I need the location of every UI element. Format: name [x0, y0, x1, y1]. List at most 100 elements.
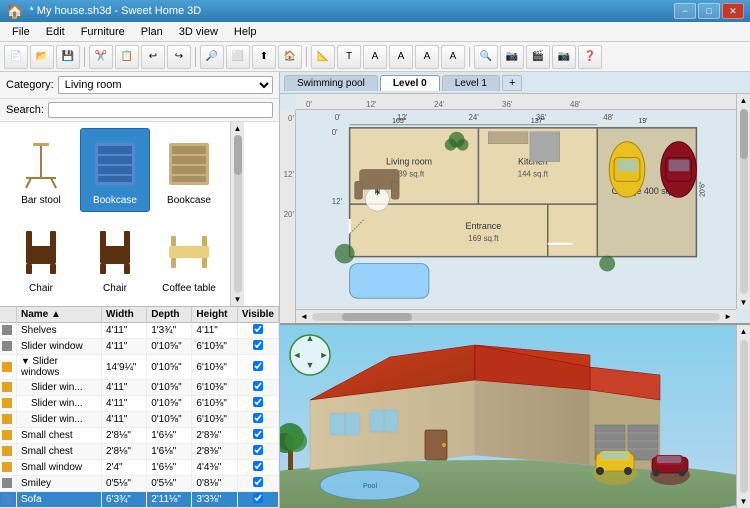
- row-visible[interactable]: [237, 476, 278, 492]
- visible-checkbox[interactable]: [253, 461, 263, 471]
- table-row[interactable]: ▼ Slider windows14'9¼"0'10⅝"6'10⅜": [0, 355, 279, 380]
- row-visible[interactable]: [237, 444, 278, 460]
- category-row: Category: Living room: [0, 72, 279, 99]
- row-name: Smiley: [17, 476, 102, 492]
- table-row[interactable]: Shelves4'11"1'3¾"4'11": [0, 323, 279, 339]
- tab-level-1[interactable]: Level 1: [442, 75, 500, 91]
- maximize-button[interactable]: □: [698, 3, 720, 19]
- scroll-left-btn[interactable]: ◄: [296, 312, 312, 321]
- furniture-item-bookcase-sel[interactable]: Bookcase: [80, 128, 150, 212]
- visible-checkbox[interactable]: [253, 361, 263, 371]
- toolbar-btn-select[interactable]: ⬜: [226, 45, 250, 69]
- scroll-up-btn[interactable]: ▲: [234, 124, 242, 133]
- visible-checkbox[interactable]: [253, 381, 263, 391]
- tab-swimming-pool[interactable]: Swimming pool: [284, 75, 378, 91]
- furniture-item-coffee-table[interactable]: Coffee table: [154, 216, 224, 300]
- row-visible[interactable]: [237, 355, 278, 380]
- scroll-right-btn[interactable]: ►: [720, 312, 736, 321]
- table-row[interactable]: Small window2'4"1'6⅛"4'4⅜": [0, 460, 279, 476]
- row-visible[interactable]: [237, 460, 278, 476]
- visible-checkbox[interactable]: [253, 340, 263, 350]
- scroll-up-btn2[interactable]: ▲: [738, 94, 750, 107]
- toolbar-btn-underline-text[interactable]: A: [441, 45, 465, 69]
- category-select[interactable]: Living room: [58, 76, 273, 94]
- 3d-v-scrollbar[interactable]: ▲ ▼: [736, 325, 750, 508]
- col-header-width[interactable]: Width: [102, 307, 147, 323]
- v-scrollbar[interactable]: ▲ ▼: [736, 94, 750, 309]
- col-header-depth[interactable]: Depth: [147, 307, 192, 323]
- toolbar-btn-text-large[interactable]: T: [337, 45, 361, 69]
- visible-checkbox[interactable]: [253, 324, 263, 334]
- minimize-button[interactable]: −: [674, 3, 696, 19]
- table-row[interactable]: Slider win...4'11"0'10⅝"6'10⅜": [0, 412, 279, 428]
- toolbar-btn-save[interactable]: 💾: [56, 45, 80, 69]
- table-row[interactable]: Sofa6'3¾"2'11⅛"3'3⅜": [0, 492, 279, 508]
- tab-level-0[interactable]: Level 0: [380, 75, 440, 91]
- toolbar-btn-open[interactable]: 📂: [30, 45, 54, 69]
- toolbar-btn-cut[interactable]: ✂️: [89, 45, 113, 69]
- row-swatch: [0, 396, 17, 412]
- 3d-scroll-up[interactable]: ▲: [738, 325, 750, 338]
- toolbar-btn-screenshot[interactable]: 📷: [552, 45, 576, 69]
- menu-help[interactable]: Help: [226, 24, 265, 40]
- toolbar-btn-text[interactable]: A: [363, 45, 387, 69]
- visible-checkbox[interactable]: [253, 397, 263, 407]
- row-height: 6'10⅜": [192, 339, 238, 355]
- menu-edit[interactable]: Edit: [38, 24, 73, 40]
- floorplan-area[interactable]: 0' 12' 24' 36' 48' 0' 12' 20' 0' 12' 24': [280, 94, 750, 323]
- row-visible[interactable]: [237, 323, 278, 339]
- menu-plan[interactable]: Plan: [133, 24, 171, 40]
- col-header-visible[interactable]: Visible: [237, 307, 278, 323]
- furniture-item-bookcase[interactable]: Bookcase: [154, 128, 224, 212]
- scroll-down-btn2[interactable]: ▼: [738, 296, 750, 309]
- visible-checkbox[interactable]: [253, 493, 263, 503]
- toolbar-btn-bold-text[interactable]: A: [389, 45, 413, 69]
- toolbar-btn-new[interactable]: 📄: [4, 45, 28, 69]
- toolbar-btn-zoom-in[interactable]: 🔎: [200, 45, 224, 69]
- row-visible[interactable]: [237, 380, 278, 396]
- toolbar-btn-undo[interactable]: ↩: [141, 45, 165, 69]
- toolbar-btn-redo[interactable]: ↪: [167, 45, 191, 69]
- toolbar-btn-record[interactable]: 🎬: [526, 45, 550, 69]
- col-header-name[interactable]: Name ▲: [17, 307, 102, 323]
- close-button[interactable]: ✕: [722, 3, 744, 19]
- menu-furniture[interactable]: Furniture: [73, 24, 133, 40]
- menu-3d-view[interactable]: 3D view: [171, 24, 226, 40]
- table-row[interactable]: Smiley0'5⅛"0'5⅛"0'8⅛": [0, 476, 279, 492]
- row-visible[interactable]: [237, 492, 278, 508]
- 3d-scroll-down[interactable]: ▼: [738, 495, 750, 508]
- toolbar-btn-zoom[interactable]: 🔍: [474, 45, 498, 69]
- table-row[interactable]: Slider window4'11"0'10⅝"6'10⅜": [0, 339, 279, 355]
- toolbar-btn-paste[interactable]: 📋: [115, 45, 139, 69]
- row-visible[interactable]: [237, 412, 278, 428]
- furniture-item-chair1[interactable]: Chair: [6, 216, 76, 300]
- visible-checkbox[interactable]: [253, 429, 263, 439]
- table-row[interactable]: Small chest2'8⅛"1'6⅛"2'8⅜": [0, 444, 279, 460]
- toolbar-btn-help[interactable]: ❓: [578, 45, 602, 69]
- toolbar-btn-dimension[interactable]: 📐: [311, 45, 335, 69]
- visible-checkbox[interactable]: [253, 445, 263, 455]
- toolbar-btn-camera[interactable]: 📷: [500, 45, 524, 69]
- table-row[interactable]: Slider win...4'11"0'10⅝"6'10⅜": [0, 380, 279, 396]
- table-row[interactable]: Slider win...4'11"0'10⅝"6'10⅜": [0, 396, 279, 412]
- add-tab-button[interactable]: +: [502, 75, 522, 91]
- furniture-item-chair2[interactable]: Chair: [80, 216, 150, 300]
- furniture-list-panel: Name ▲WidthDepthHeightVisible Shelves4'1…: [0, 307, 279, 508]
- col-header-height[interactable]: Height: [192, 307, 238, 323]
- row-name: Slider win...: [17, 396, 102, 412]
- furniture-item-bar-stool[interactable]: Bar stool: [6, 128, 76, 212]
- h-scrollbar[interactable]: ◄ ►: [296, 309, 736, 323]
- toolbar-btn-move-up[interactable]: ⬆: [252, 45, 276, 69]
- toolbar-btn-add-home[interactable]: 🏠: [278, 45, 302, 69]
- row-visible[interactable]: [237, 339, 278, 355]
- row-visible[interactable]: [237, 428, 278, 444]
- expand-icon[interactable]: ▼: [21, 356, 32, 366]
- visible-checkbox[interactable]: [253, 413, 263, 423]
- row-visible[interactable]: [237, 396, 278, 412]
- menu-file[interactable]: File: [4, 24, 38, 40]
- scroll-down-btn[interactable]: ▼: [234, 295, 242, 304]
- search-input[interactable]: [48, 102, 273, 118]
- visible-checkbox[interactable]: [253, 477, 263, 487]
- toolbar-btn-italic-text[interactable]: A: [415, 45, 439, 69]
- table-row[interactable]: Small chest2'8⅛"1'6⅛"2'8⅜": [0, 428, 279, 444]
